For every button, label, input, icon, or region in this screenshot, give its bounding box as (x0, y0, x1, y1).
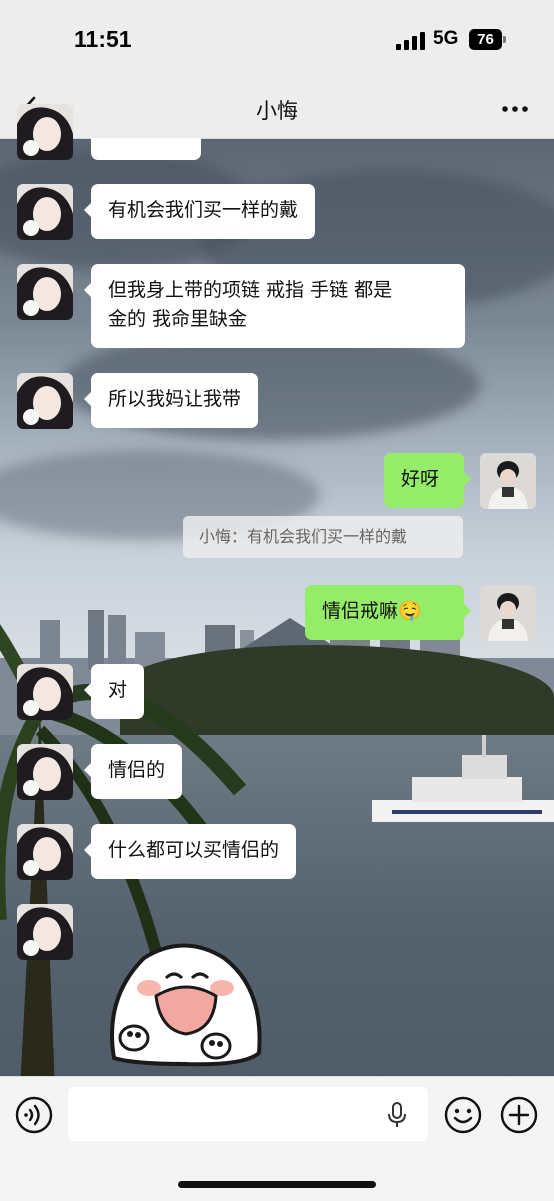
emoji-icon[interactable] (444, 1096, 482, 1134)
battery-icon: 76 (469, 29, 507, 50)
message-bubble[interactable]: 有机会我们买一样的戴 (83, 184, 316, 239)
chat-background (0, 0, 554, 1200)
sticker-image[interactable] (104, 938, 266, 1068)
avatar-contact[interactable] (17, 184, 73, 240)
message-bubble[interactable]: 什么都可以买情侣的 (83, 824, 297, 879)
network-type: 5G (433, 28, 459, 49)
message-line: 金的 我命里缺金 (108, 308, 248, 330)
message-bubble[interactable]: 情侣戒嘛🤤 (305, 585, 471, 640)
message-line: 但我身上带的项链 戒指 手链 都是 (108, 279, 393, 301)
message-bubble[interactable]: 对 (83, 664, 145, 719)
message-bubble[interactable]: 情侣的 (83, 744, 183, 799)
ship (372, 735, 554, 822)
message-input[interactable] (68, 1087, 428, 1141)
avatar-self[interactable] (480, 585, 536, 641)
message-bubble[interactable]: 好呀 (384, 453, 471, 508)
avatar-contact[interactable] (17, 904, 73, 960)
more-icon[interactable] (498, 94, 532, 124)
avatar-contact[interactable] (17, 664, 73, 720)
avatar-self[interactable] (480, 453, 536, 509)
home-indicator (178, 1181, 376, 1188)
microphone-icon[interactable] (386, 1101, 408, 1129)
avatar-contact[interactable] (17, 264, 73, 320)
input-bar (0, 1076, 554, 1201)
voice-icon[interactable] (15, 1096, 53, 1134)
quoted-reply[interactable]: 小悔：有机会我们买一样的戴 (183, 516, 463, 558)
message-bubble[interactable]: 但我身上带的项链 戒指 手链 都是 金的 我命里缺金 (84, 264, 465, 348)
status-bar: 11:51 5G 76 (0, 0, 554, 80)
message-bubble[interactable]: 所以我妈让我带 (83, 373, 259, 428)
chat-header: 小悔 (0, 80, 554, 139)
avatar-contact[interactable] (17, 373, 73, 429)
avatar-contact[interactable] (17, 824, 73, 880)
avatar-contact[interactable] (17, 104, 73, 160)
plus-icon[interactable] (500, 1096, 538, 1134)
status-time: 11:51 (74, 26, 132, 52)
battery-level: 76 (477, 31, 494, 48)
signal-icon (396, 32, 425, 50)
avatar-contact[interactable] (17, 744, 73, 800)
chat-title: 小悔 (256, 99, 298, 123)
